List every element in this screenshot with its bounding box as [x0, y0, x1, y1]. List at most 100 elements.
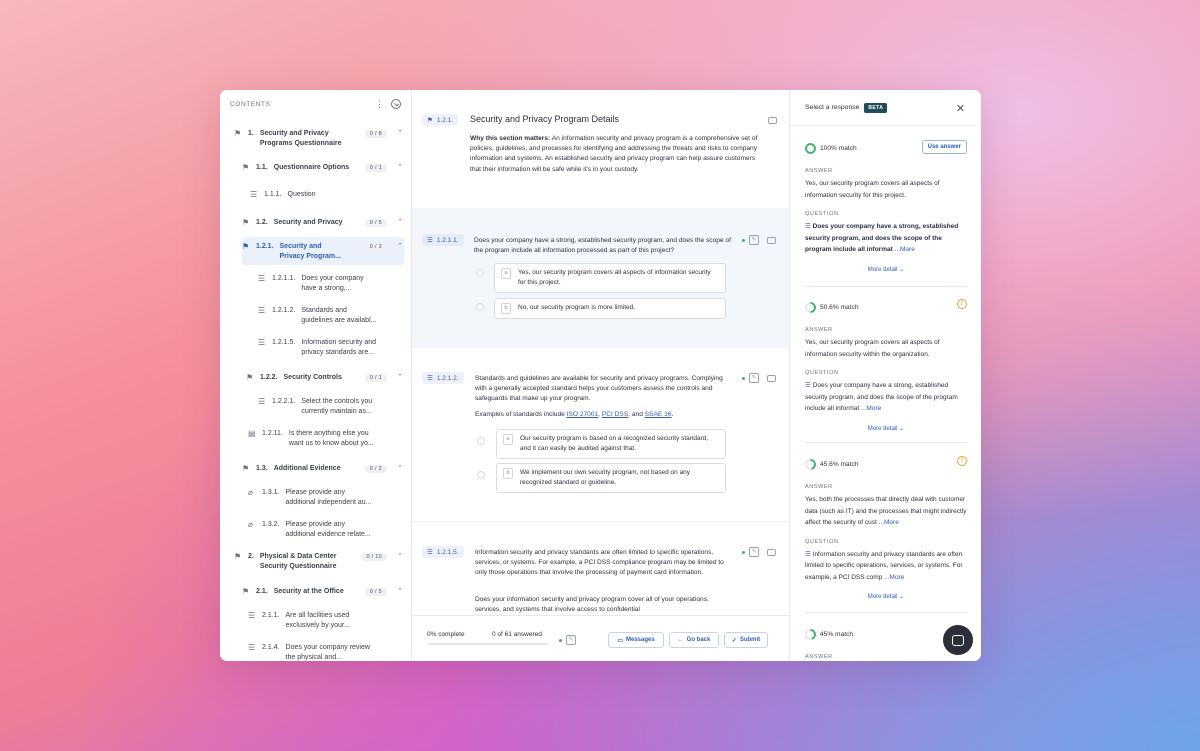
comment-icon[interactable] [768, 117, 777, 124]
edit-icon[interactable]: ✎ [749, 235, 759, 245]
list-icon: ☰ [805, 550, 813, 558]
answer-label: ANSWER [805, 654, 833, 660]
sidebar-item[interactable]: ⚑ 1. Security and Privacy Programs Question… [234, 129, 356, 149]
question-label: QUESTION [805, 370, 839, 376]
progress-count-badge: 0 / 10 [361, 553, 387, 561]
radio-option-b[interactable] [477, 471, 485, 479]
comment-icon[interactable] [767, 549, 776, 556]
submit-button[interactable]: ✓ Submit [724, 632, 768, 648]
section-number: 1.2.1. [436, 116, 454, 124]
item-label-line2: the physical and... [285, 654, 342, 661]
item-number: 1.1.1. [264, 191, 282, 198]
check-circle-icon[interactable] [391, 99, 401, 109]
examples-text: Examples of standards include ISO 27001,… [475, 410, 731, 420]
warning-icon: ! [957, 456, 967, 466]
list-icon: ☰ [427, 375, 433, 382]
use-answer-button[interactable]: Use answer [921, 140, 967, 154]
sidebar-item[interactable]: ☰ 2.1.1. Are all facilities used exclusivel… [248, 611, 400, 631]
answer-label: ANSWER [805, 168, 833, 174]
check-icon: ✓ [731, 637, 737, 644]
pci-dss-link[interactable]: PCI DSS [602, 411, 628, 418]
sidebar-item[interactable]: ☰ 1.1.1. Question [250, 190, 400, 200]
sidebar-item[interactable]: ⚑ 2.1. Security at the Office [242, 587, 362, 597]
item-label: Does your company [301, 275, 364, 282]
list-icon: ☰ [248, 611, 256, 620]
more-detail-link[interactable]: More detail ⌄ [805, 425, 967, 432]
question-text: Does your company have a strong, establi… [474, 237, 731, 255]
sidebar-item[interactable]: ☰ 2.1.4. Does your company review the physi… [248, 643, 400, 661]
radio-option-a[interactable] [477, 437, 485, 445]
sidebar-item[interactable]: ⌀ 1.3.1. Please provide any additional inde… [248, 488, 400, 508]
sidebar-item[interactable]: ☰ 1.2.1.2. Standards and guidelines are ava… [258, 306, 405, 326]
chevron-up-icon[interactable]: ⌃ [397, 163, 403, 171]
sidebar-item[interactable]: ⌀ 1.3.2. Please provide any additional evid… [248, 520, 400, 540]
more-detail-link[interactable]: More detail ⌄ [805, 593, 967, 600]
sidebar-item[interactable]: ☰ 1.2.1.1. Does your company have a strong,… [258, 274, 405, 294]
flag-icon: ⚑ [234, 552, 242, 561]
item-label: Security Controls [283, 374, 342, 381]
ssae-16-link[interactable]: SSAE 16 [645, 411, 672, 418]
item-number: 2.1. [256, 588, 268, 595]
option-letter: a [501, 268, 511, 279]
comment-icon[interactable] [767, 237, 776, 244]
radio-option-a[interactable] [476, 269, 484, 277]
option-a[interactable]: a Yes, our security program covers all as… [494, 263, 726, 293]
more-link[interactable]: ...More [861, 405, 881, 412]
radio-option-b[interactable] [476, 303, 484, 311]
option-b[interactable]: b No, our security program is more limite… [494, 298, 726, 319]
status-dot [742, 377, 745, 380]
divider [805, 612, 967, 613]
more-link[interactable]: ...More [879, 519, 899, 526]
option-a[interactable]: a Our security program is based on a reco… [496, 429, 726, 459]
item-number: 2. [248, 553, 254, 560]
chevron-up-icon[interactable]: ⌃ [397, 587, 403, 595]
sidebar-item[interactable]: ☰ 1.2.2.1. Select the controls you currentl… [258, 397, 405, 417]
chevron-up-icon[interactable]: ⌃ [397, 242, 403, 250]
sidebar-item[interactable]: ⚑ 1.2. Security and Privacy [242, 218, 362, 228]
edit-icon[interactable]: ✎ [749, 373, 759, 383]
sidebar-item[interactable]: ⚑ 2. Physical & Data Center Security Questi… [234, 552, 356, 572]
response-card-1[interactable]: 100% match Use answer ANSWER Yes, our se… [805, 140, 967, 273]
sidebar-item[interactable]: ☰ 1.2.1.5. Information security and privacy… [258, 338, 405, 358]
option-text: We implement our own security program, n… [520, 469, 691, 486]
chat-launcher-button[interactable] [943, 625, 973, 655]
section-header: ⚑ 1.2.1. Security and Privacy Program Det… [412, 90, 789, 208]
iso-27001-link[interactable]: ISO 27001 [567, 411, 599, 418]
list-icon: ☰ [258, 338, 266, 347]
chevron-up-icon[interactable]: ⌃ [397, 464, 403, 472]
sidebar-item[interactable]: ▤ 1.2.11. Is there anything else you want u… [248, 429, 403, 449]
flag-icon: ⚑ [234, 129, 242, 138]
chevron-up-icon[interactable]: ⌃ [397, 373, 403, 381]
comment-icon[interactable] [767, 375, 776, 382]
edit-icon[interactable]: ✎ [749, 547, 759, 557]
flag-icon: ⚑ [242, 242, 250, 251]
flag-icon: ⚑ [242, 218, 250, 227]
sidebar-item[interactable]: ⚑ 1.2.2. Security Controls [246, 373, 368, 383]
go-back-label: Go back [686, 637, 711, 643]
response-card-3[interactable]: 45.6% match ! ANSWER Yes, both the proce… [805, 456, 967, 600]
chevron-up-icon[interactable]: ⌃ [397, 552, 403, 560]
messages-button[interactable]: ▭ Messages [608, 632, 664, 648]
option-b[interactable]: b We implement our own security program, … [496, 463, 726, 493]
edit-icon[interactable]: ✎ [566, 635, 576, 645]
status-dot [742, 551, 745, 554]
sidebar-item[interactable]: ⚑ 1.1. Questionnaire Options [242, 163, 362, 173]
more-link[interactable]: ...More [884, 574, 904, 581]
more-detail-link[interactable]: More detail ⌄ [805, 266, 967, 273]
response-card-2[interactable]: 50.6% match ! ANSWER Yes, our security p… [805, 299, 967, 432]
item-label: Please provide any [285, 489, 346, 496]
response-panel-title: Select a response [805, 104, 860, 111]
chevron-up-icon[interactable]: ⌃ [397, 129, 403, 137]
go-back-button[interactable]: ← Go back [669, 632, 719, 648]
question-1-2-1-5: ☰ 1.2.1.5. Information security and priva… [412, 522, 789, 622]
sidebar-item[interactable]: ⚑ 1.3. Additional Evidence [242, 464, 362, 474]
more-options-icon[interactable]: ⋮ [375, 99, 384, 110]
chevron-up-icon[interactable]: ⌃ [397, 218, 403, 226]
list-icon: ☰ [805, 382, 813, 389]
divider [805, 442, 967, 443]
item-label-line2: Programs Questionnaire [259, 140, 342, 147]
more-link[interactable]: ...More [895, 246, 915, 253]
sidebar-item[interactable]: ⚑ 1.2.1. Security and Privacy Program... [242, 242, 368, 262]
close-icon[interactable]: ✕ [956, 102, 965, 115]
question-snippet: Does your company have a strong, establi… [805, 382, 958, 412]
